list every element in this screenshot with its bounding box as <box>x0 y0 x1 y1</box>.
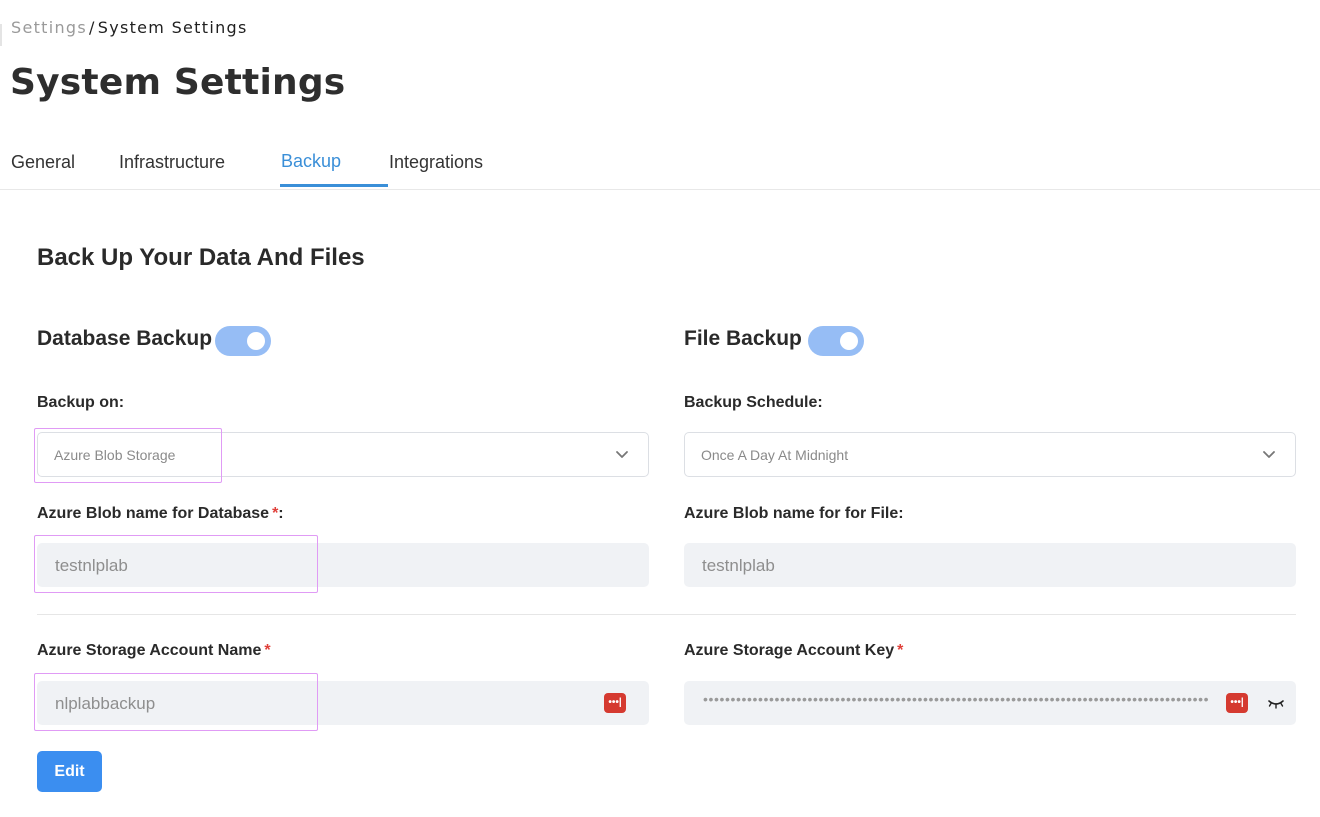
section-title: Back Up Your Data And Files <box>37 244 365 271</box>
password-manager-icon[interactable]: •••| <box>604 693 626 713</box>
backup-schedule-select[interactable]: Once A Day At Midnight <box>684 432 1296 477</box>
password-manager-icon[interactable]: •••| <box>1226 693 1248 713</box>
breadcrumb-current: System Settings <box>97 18 248 37</box>
database-backup-label: Database Backup <box>37 327 213 350</box>
left-rail <box>0 24 2 46</box>
file-blob-name-label: Azure Blob name for for File: <box>684 505 904 522</box>
label-suffix: : <box>278 505 284 522</box>
db-blob-name-label-text: Azure Blob name for Database <box>37 505 270 522</box>
file-backup-label: File Backup <box>684 327 802 350</box>
file-backup-toggle[interactable] <box>808 326 864 356</box>
toggle-knob <box>840 332 858 350</box>
db-blob-name-value: testnlplab <box>55 556 128 575</box>
required-mark: * <box>264 642 271 659</box>
divider <box>37 614 1296 615</box>
edit-button[interactable]: Edit <box>37 751 102 792</box>
tab-infrastructure[interactable]: Infrastructure <box>119 152 225 173</box>
backup-schedule-label: Backup Schedule: <box>684 394 823 411</box>
file-blob-name-input[interactable]: testnlplab <box>684 543 1296 587</box>
account-key-input[interactable]: ••••••••••••••••••••••••••••••••••••••••… <box>684 681 1296 725</box>
account-name-input[interactable]: nlplabbackup •••| <box>37 681 649 725</box>
tab-general[interactable]: General <box>11 152 75 173</box>
backup-on-label: Backup on: <box>37 394 125 411</box>
account-key-masked-value: ••••••••••••••••••••••••••••••••••••••••… <box>703 691 1208 707</box>
file-blob-name-value: testnlplab <box>702 556 775 575</box>
active-tab-indicator <box>280 184 388 187</box>
toggle-knob <box>247 332 265 350</box>
database-backup-toggle[interactable] <box>215 326 271 356</box>
backup-on-value: Azure Blob Storage <box>54 447 176 463</box>
db-blob-name-input[interactable]: testnlplab <box>37 543 649 587</box>
page-title: System Settings <box>10 62 346 103</box>
eye-closed-icon[interactable] <box>1267 696 1285 710</box>
account-key-label: Azure Storage Account Key * <box>684 642 903 660</box>
tab-bar: General Infrastructure Backup Integratio… <box>0 140 1320 190</box>
tab-integrations[interactable]: Integrations <box>389 152 483 173</box>
account-key-label-text: Azure Storage Account Key <box>684 642 895 659</box>
backup-on-select[interactable]: Azure Blob Storage <box>37 432 649 477</box>
db-blob-name-label: Azure Blob name for Database *: <box>37 505 284 523</box>
account-name-value: nlplabbackup <box>55 694 156 713</box>
chevron-down-icon <box>616 451 628 458</box>
backup-schedule-value: Once A Day At Midnight <box>701 447 849 463</box>
account-name-label: Azure Storage Account Name * <box>37 642 271 660</box>
account-name-label-text: Azure Storage Account Name <box>37 642 262 659</box>
chevron-down-icon <box>1263 451 1275 458</box>
breadcrumb: Settings / System Settings <box>11 18 248 37</box>
tab-backup[interactable]: Backup <box>281 151 341 172</box>
breadcrumb-separator: / <box>89 18 96 37</box>
breadcrumb-settings-link[interactable]: Settings <box>11 18 87 37</box>
required-mark: * <box>897 642 904 659</box>
